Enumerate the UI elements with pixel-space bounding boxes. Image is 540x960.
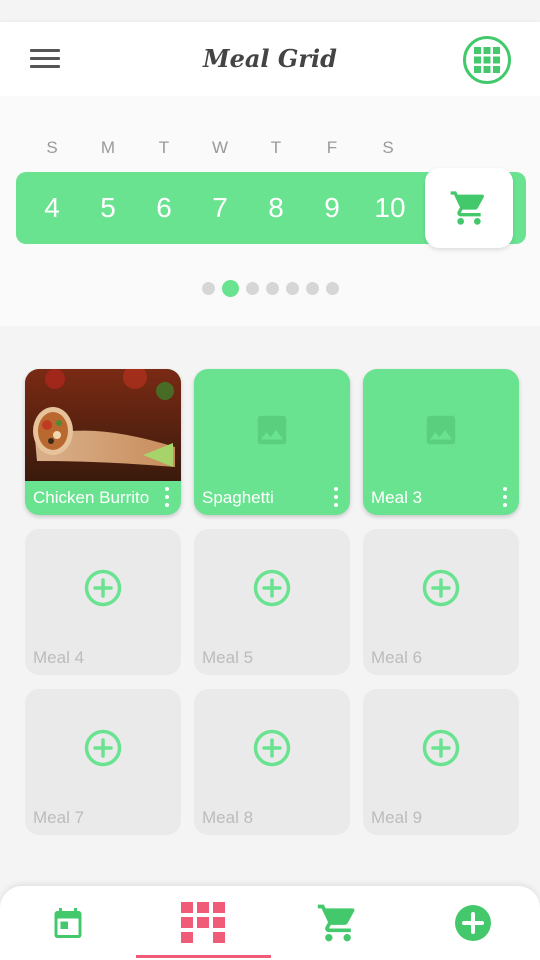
weekday-letter: F xyxy=(326,138,338,157)
add-circle-icon[interactable] xyxy=(84,729,122,767)
meal-title: Meal 6 xyxy=(371,648,423,667)
date-button[interactable]: 8 xyxy=(248,172,304,244)
grid-view-toggle[interactable] xyxy=(463,36,511,84)
top-app-bar: Meal Grid xyxy=(0,22,540,96)
image-icon xyxy=(257,415,287,445)
page-dot[interactable] xyxy=(285,282,299,295)
meal-tile-empty[interactable]: Meal 9 xyxy=(363,689,519,835)
page-dot[interactable] xyxy=(265,282,279,295)
meal-title: Meal 8 xyxy=(202,808,254,827)
meal-tile-empty[interactable]: Meal 5 xyxy=(194,529,350,675)
shopping-cart-icon xyxy=(450,191,485,225)
add-circle-icon[interactable] xyxy=(84,569,122,607)
meal-tile[interactable]: Meal 3 xyxy=(363,369,519,515)
date-button[interactable]: 6 xyxy=(136,172,192,244)
meal-title: Chicken Burrito xyxy=(33,488,150,507)
week-page-indicator xyxy=(0,280,540,297)
more-vert-icon[interactable] xyxy=(500,487,510,507)
image-icon xyxy=(426,415,456,445)
shopping-cart-icon xyxy=(317,904,355,942)
meal-title: Spaghetti xyxy=(202,488,274,507)
add-circle-icon[interactable] xyxy=(253,729,291,767)
week-selector: S M T W T F S 4 5 6 7 8 9 10 xyxy=(0,96,540,326)
add-circle-icon xyxy=(454,905,491,941)
meal-tile-empty[interactable]: Meal 8 xyxy=(194,689,350,835)
meal-tile-empty[interactable]: Meal 4 xyxy=(25,529,181,675)
more-vert-icon[interactable] xyxy=(162,487,172,507)
page-dot[interactable] xyxy=(305,282,319,295)
app-screen: Meal Grid S M T W T F S 4 5 6 7 8 9 10 C… xyxy=(0,0,540,960)
page-dot[interactable] xyxy=(245,282,259,295)
weekday-letter: W xyxy=(211,138,229,157)
meal-title: Meal 9 xyxy=(371,808,423,827)
weekday-letters: S M T W T F S xyxy=(24,138,416,158)
meal-tile[interactable]: Spaghetti xyxy=(194,369,350,515)
weekday-letter: S xyxy=(382,138,394,157)
weekday-letter: T xyxy=(270,138,282,157)
meal-tile-empty[interactable]: Meal 6 xyxy=(363,529,519,675)
nav-calendar[interactable] xyxy=(0,886,135,960)
meal-photo xyxy=(25,369,181,481)
bottom-navigation xyxy=(0,886,540,960)
date-button[interactable]: 5 xyxy=(80,172,136,244)
add-circle-icon[interactable] xyxy=(422,729,460,767)
meal-tile[interactable]: Chicken Burrito xyxy=(25,369,181,515)
page-dot-active[interactable] xyxy=(221,280,239,297)
grid-icon xyxy=(474,47,500,73)
date-button[interactable]: 4 xyxy=(24,172,80,244)
weekday-letter: M xyxy=(100,138,116,157)
active-tab-indicator xyxy=(136,955,271,958)
page-dot[interactable] xyxy=(325,282,339,295)
nav-shopping-cart[interactable] xyxy=(270,886,405,960)
app-title: Meal Grid xyxy=(203,44,337,73)
shopping-list-button[interactable] xyxy=(425,168,513,248)
meal-title: Meal 3 xyxy=(371,488,423,507)
grid-icon xyxy=(180,902,225,943)
nav-add[interactable] xyxy=(405,886,540,960)
meal-tile-empty[interactable]: Meal 7 xyxy=(25,689,181,835)
meal-title: Meal 4 xyxy=(33,648,85,667)
weekday-letter: T xyxy=(158,138,170,157)
calendar-icon xyxy=(54,908,81,938)
add-circle-icon[interactable] xyxy=(253,569,291,607)
weekday-letter: S xyxy=(46,138,58,157)
meal-title: Meal 5 xyxy=(202,648,254,667)
page-dot[interactable] xyxy=(201,282,215,295)
more-vert-icon[interactable] xyxy=(331,487,341,507)
add-circle-icon[interactable] xyxy=(422,569,460,607)
date-button[interactable]: 9 xyxy=(304,172,360,244)
date-button[interactable]: 7 xyxy=(192,172,248,244)
date-button[interactable]: 10 xyxy=(362,172,418,244)
meal-title: Meal 7 xyxy=(33,808,85,827)
nav-meal-grid[interactable] xyxy=(135,886,270,960)
